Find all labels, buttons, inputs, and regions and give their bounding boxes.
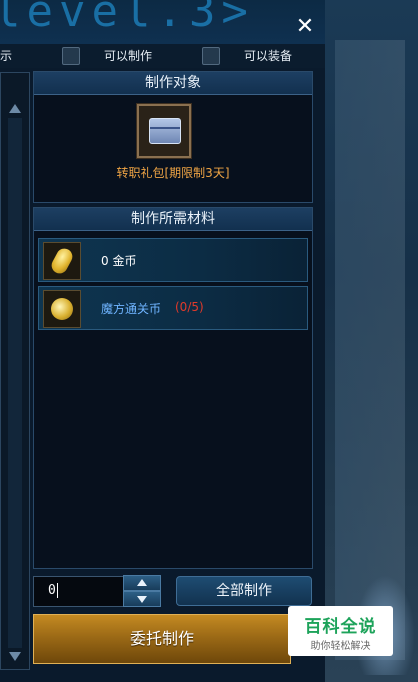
arrow-down-icon (137, 596, 147, 603)
arrow-up-icon (137, 579, 147, 586)
close-button[interactable]: ✕ (288, 12, 322, 42)
material-row-gold[interactable]: 0 金币 (38, 238, 308, 282)
craft-target-header: 制作对象 (34, 72, 312, 95)
material-gold-text: 0 金币 (101, 254, 137, 268)
target-item-name: 转职礼包[期限制3天] (116, 166, 230, 180)
watermark-subtitle: 助你轻松解决 (310, 641, 371, 652)
quantity-increase-button[interactable] (123, 575, 161, 591)
filter-partial-label: 示 (0, 49, 13, 63)
materials-panel: 制作所需材料 0 金币 魔方通关币 (0/5) (33, 207, 313, 569)
equippable-checkbox[interactable] (202, 47, 220, 65)
level-banner: level.3> (0, 0, 325, 44)
gold-coin-icon (48, 245, 76, 277)
banner-text: level.3> (0, 0, 254, 37)
material-cube-coin-count: (0/5) (175, 300, 204, 314)
list-scrollbar[interactable] (8, 118, 22, 648)
scroll-up-icon[interactable] (9, 104, 21, 113)
watermark: 百科全说 助你轻松解决 (288, 606, 393, 656)
quantity-value: 0 (48, 583, 56, 598)
materials-header: 制作所需材料 (34, 208, 312, 231)
cube-pass-coin-icon (51, 298, 73, 320)
target-item-slot[interactable] (137, 104, 191, 158)
material-cube-coin-name: 魔方通关币 (101, 302, 162, 316)
material-icon-slot (43, 290, 81, 328)
quantity-decrease-button[interactable] (123, 591, 161, 607)
craft-target-panel: 制作对象 转职礼包[期限制3天] (33, 71, 313, 203)
delegate-craft-button[interactable]: 委托制作 (33, 614, 291, 664)
filter-bar: 示 可以制作 可以装备 (0, 44, 325, 68)
watermark-title: 百科全说 (304, 617, 377, 637)
gift-box-icon (149, 118, 181, 144)
background-scene (325, 0, 418, 682)
material-row-cube-coin[interactable]: 魔方通关币 (0/5) (38, 286, 308, 330)
craftable-label: 可以制作 (104, 49, 153, 63)
craftable-checkbox[interactable] (62, 47, 80, 65)
craft-all-button[interactable]: 全部制作 (176, 576, 312, 606)
equippable-label: 可以装备 (244, 49, 293, 63)
scroll-down-icon[interactable] (9, 652, 21, 661)
material-icon-slot (43, 242, 81, 280)
text-caret (57, 583, 58, 598)
quantity-input[interactable]: 0 (33, 576, 125, 607)
